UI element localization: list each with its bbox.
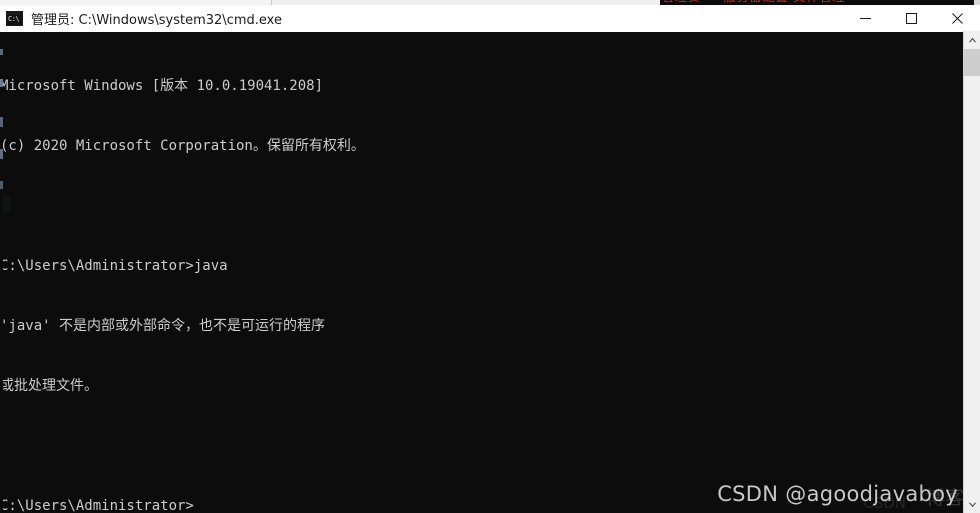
close-icon	[951, 12, 963, 24]
console-line-error-cont: 或批处理文件。	[0, 378, 98, 394]
window-title: 管理员: C:\Windows\system32\cmd.exe	[31, 12, 282, 28]
console-line-error: 'java' 不是内部或外部命令，也不是可运行的程序	[0, 318, 325, 334]
window-controls	[842, 5, 980, 31]
watermark-text: CSDN @agoodjavaboy	[717, 482, 958, 506]
scroll-up-button[interactable]	[964, 31, 980, 48]
scroll-up-arrow-icon	[968, 37, 976, 42]
maximize-icon	[905, 12, 917, 24]
console-line: Microsoft Windows [版本 10.0.19041.208]	[0, 78, 324, 94]
console-output-area[interactable]: Microsoft Windows [版本 10.0.19041.208] (c…	[0, 31, 980, 513]
console-text-block: Microsoft Windows [版本 10.0.19041.208] (c…	[0, 31, 365, 513]
title-bar-left: C:\ 管理员: C:\Windows\system32\cmd.exe	[0, 9, 842, 28]
minimize-button[interactable]	[842, 5, 888, 31]
watermark-ghost: 博客	[925, 487, 964, 509]
scroll-down-arrow-icon	[968, 502, 976, 507]
console-line-command: C:\Users\Administrator>java	[0, 258, 228, 274]
console-line-prompt: C:\Users\Administrator>	[0, 498, 194, 513]
cmd-console-icon: C:\	[6, 10, 23, 26]
scrollbar-thumb[interactable]	[964, 49, 980, 76]
cmd-icon-prompt-glyph: C:\	[8, 14, 20, 23]
title-bar[interactable]: C:\ 管理员: C:\Windows\system32\cmd.exe	[0, 5, 980, 32]
minimize-icon	[859, 17, 871, 19]
background-left-edge-strip	[0, 31, 3, 513]
scroll-down-button[interactable]	[964, 496, 980, 513]
vertical-scrollbar[interactable]	[963, 31, 980, 513]
cmd-window: 管理员 — 服务器配置 文件管理 C:\ 管理员: C:\Windows\sys…	[0, 0, 980, 513]
watermark: CSDN 博客 CSDN @agoodjavaboy	[717, 482, 964, 511]
background-red-text: 管理员 — 服务器配置 文件管理	[662, 0, 974, 4]
console-line: (c) 2020 Microsoft Corporation。保留所有权利。	[0, 138, 365, 154]
maximize-button[interactable]	[888, 5, 934, 31]
close-button[interactable]	[934, 5, 980, 31]
watermark-ghost-secondary: CSDN	[863, 494, 906, 512]
